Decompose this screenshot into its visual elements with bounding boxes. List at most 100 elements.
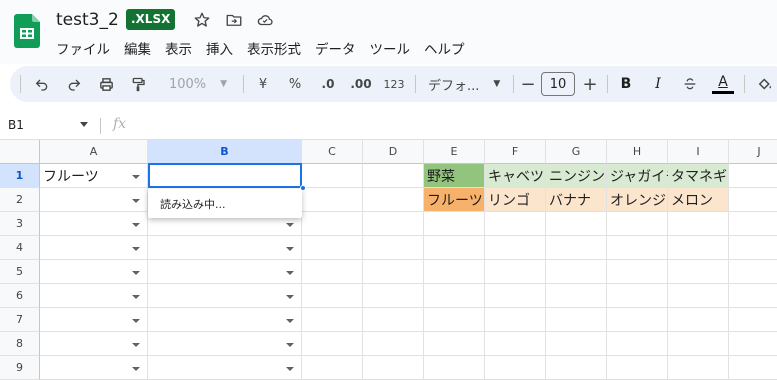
cell-J8[interactable] [729,332,777,356]
cell-G2[interactable]: バナナ [546,188,607,212]
cell-F7[interactable] [485,308,546,332]
cell-C9[interactable] [302,356,363,380]
cell-I1[interactable]: タマネギ [668,164,729,188]
cell-G4[interactable] [546,236,607,260]
cell-E8[interactable] [424,332,485,356]
cell-H6[interactable] [607,284,668,308]
cell-C1[interactable] [302,164,363,188]
cell-B7[interactable] [148,308,302,332]
cell-G6[interactable] [546,284,607,308]
cell-E4[interactable] [424,236,485,260]
cell-F1[interactable]: キャベツ [485,164,546,188]
menu-view[interactable]: 表示 [165,38,192,58]
cell-J7[interactable] [729,308,777,332]
paint-format-icon[interactable] [126,66,150,102]
cell-D4[interactable] [363,236,424,260]
cell-I8[interactable] [668,332,729,356]
column-header-A[interactable]: A [40,140,148,164]
cell-D5[interactable] [363,260,424,284]
menu-insert[interactable]: 挿入 [206,38,233,58]
print-icon[interactable] [94,66,118,102]
menu-data[interactable]: データ [315,38,356,58]
cloud-status-icon[interactable] [256,11,274,29]
cell-B9[interactable] [148,356,302,380]
cell-F6[interactable] [485,284,546,308]
menu-edit[interactable]: 編集 [124,38,151,58]
cell-I7[interactable] [668,308,729,332]
cell-A1[interactable]: フルーツ [40,164,148,188]
cell-F5[interactable] [485,260,546,284]
row-header-8[interactable]: 8 [0,332,40,356]
cell-A6[interactable] [40,284,148,308]
column-header-D[interactable]: D [363,140,424,164]
number-format-button[interactable]: 123 [378,66,410,102]
cell-H9[interactable] [607,356,668,380]
column-header-C[interactable]: C [302,140,363,164]
cell-B8[interactable] [148,332,302,356]
dropdown-arrow-icon[interactable] [132,342,140,347]
select-all-corner[interactable] [0,140,40,164]
cell-I9[interactable] [668,356,729,380]
cell-A9[interactable] [40,356,148,380]
cell-C3[interactable] [302,212,363,236]
cell-A4[interactable] [40,236,148,260]
dropdown-arrow-icon[interactable] [132,198,140,203]
row-header-4[interactable]: 4 [0,236,40,260]
dropdown-arrow-icon[interactable] [132,222,140,227]
cell-J9[interactable] [729,356,777,380]
font-size-increase-button[interactable]: + [578,66,602,102]
menu-file[interactable]: ファイル [56,38,110,58]
undo-icon[interactable] [30,66,54,102]
cell-E2[interactable]: フルーツ [424,188,485,212]
cell-A7[interactable] [40,308,148,332]
percent-button[interactable]: % [278,66,312,102]
row-header-1[interactable]: 1 [0,164,40,188]
active-cell-B1[interactable] [148,163,302,188]
cell-J3[interactable] [729,212,777,236]
cell-G1[interactable]: ニンジン [546,164,607,188]
row-header-3[interactable]: 3 [0,212,40,236]
cell-G8[interactable] [546,332,607,356]
cell-D6[interactable] [363,284,424,308]
cell-C6[interactable] [302,284,363,308]
zoom-select[interactable]: 100% ▼ [158,66,238,102]
cell-I3[interactable] [668,212,729,236]
cell-E3[interactable] [424,212,485,236]
decrease-decimal-button[interactable]: .0 [312,66,344,102]
column-header-B[interactable]: B [148,140,302,164]
cell-G9[interactable] [546,356,607,380]
cell-C5[interactable] [302,260,363,284]
increase-decimal-button[interactable]: .00 [344,66,378,102]
cell-E9[interactable] [424,356,485,380]
cell-J4[interactable] [729,236,777,260]
sheets-logo-icon[interactable] [14,14,40,48]
strikethrough-icon[interactable] [676,66,704,102]
cell-G7[interactable] [546,308,607,332]
dropdown-arrow-icon[interactable] [132,174,140,179]
font-size-decrease-button[interactable]: − [517,66,539,102]
cell-J5[interactable] [729,260,777,284]
cell-C2[interactable] [302,188,363,212]
cell-D7[interactable] [363,308,424,332]
row-header-5[interactable]: 5 [0,260,40,284]
currency-button[interactable]: ¥ [248,66,278,102]
cell-A5[interactable] [40,260,148,284]
cell-J1[interactable] [729,164,777,188]
redo-icon[interactable] [62,66,86,102]
cell-H8[interactable] [607,332,668,356]
cell-I6[interactable] [668,284,729,308]
column-header-F[interactable]: F [485,140,546,164]
cell-D1[interactable] [363,164,424,188]
cell-D3[interactable] [363,212,424,236]
cell-D8[interactable] [363,332,424,356]
fill-color-icon[interactable] [750,66,777,102]
dropdown-arrow-icon[interactable] [286,246,294,251]
star-icon[interactable] [193,11,211,29]
cell-C8[interactable] [302,332,363,356]
cell-H2[interactable]: オレンジ [607,188,668,212]
document-title[interactable]: test3_2 [56,10,119,30]
cell-I2[interactable]: メロン [668,188,729,212]
cell-E7[interactable] [424,308,485,332]
dropdown-arrow-icon[interactable] [132,246,140,251]
cell-A8[interactable] [40,332,148,356]
